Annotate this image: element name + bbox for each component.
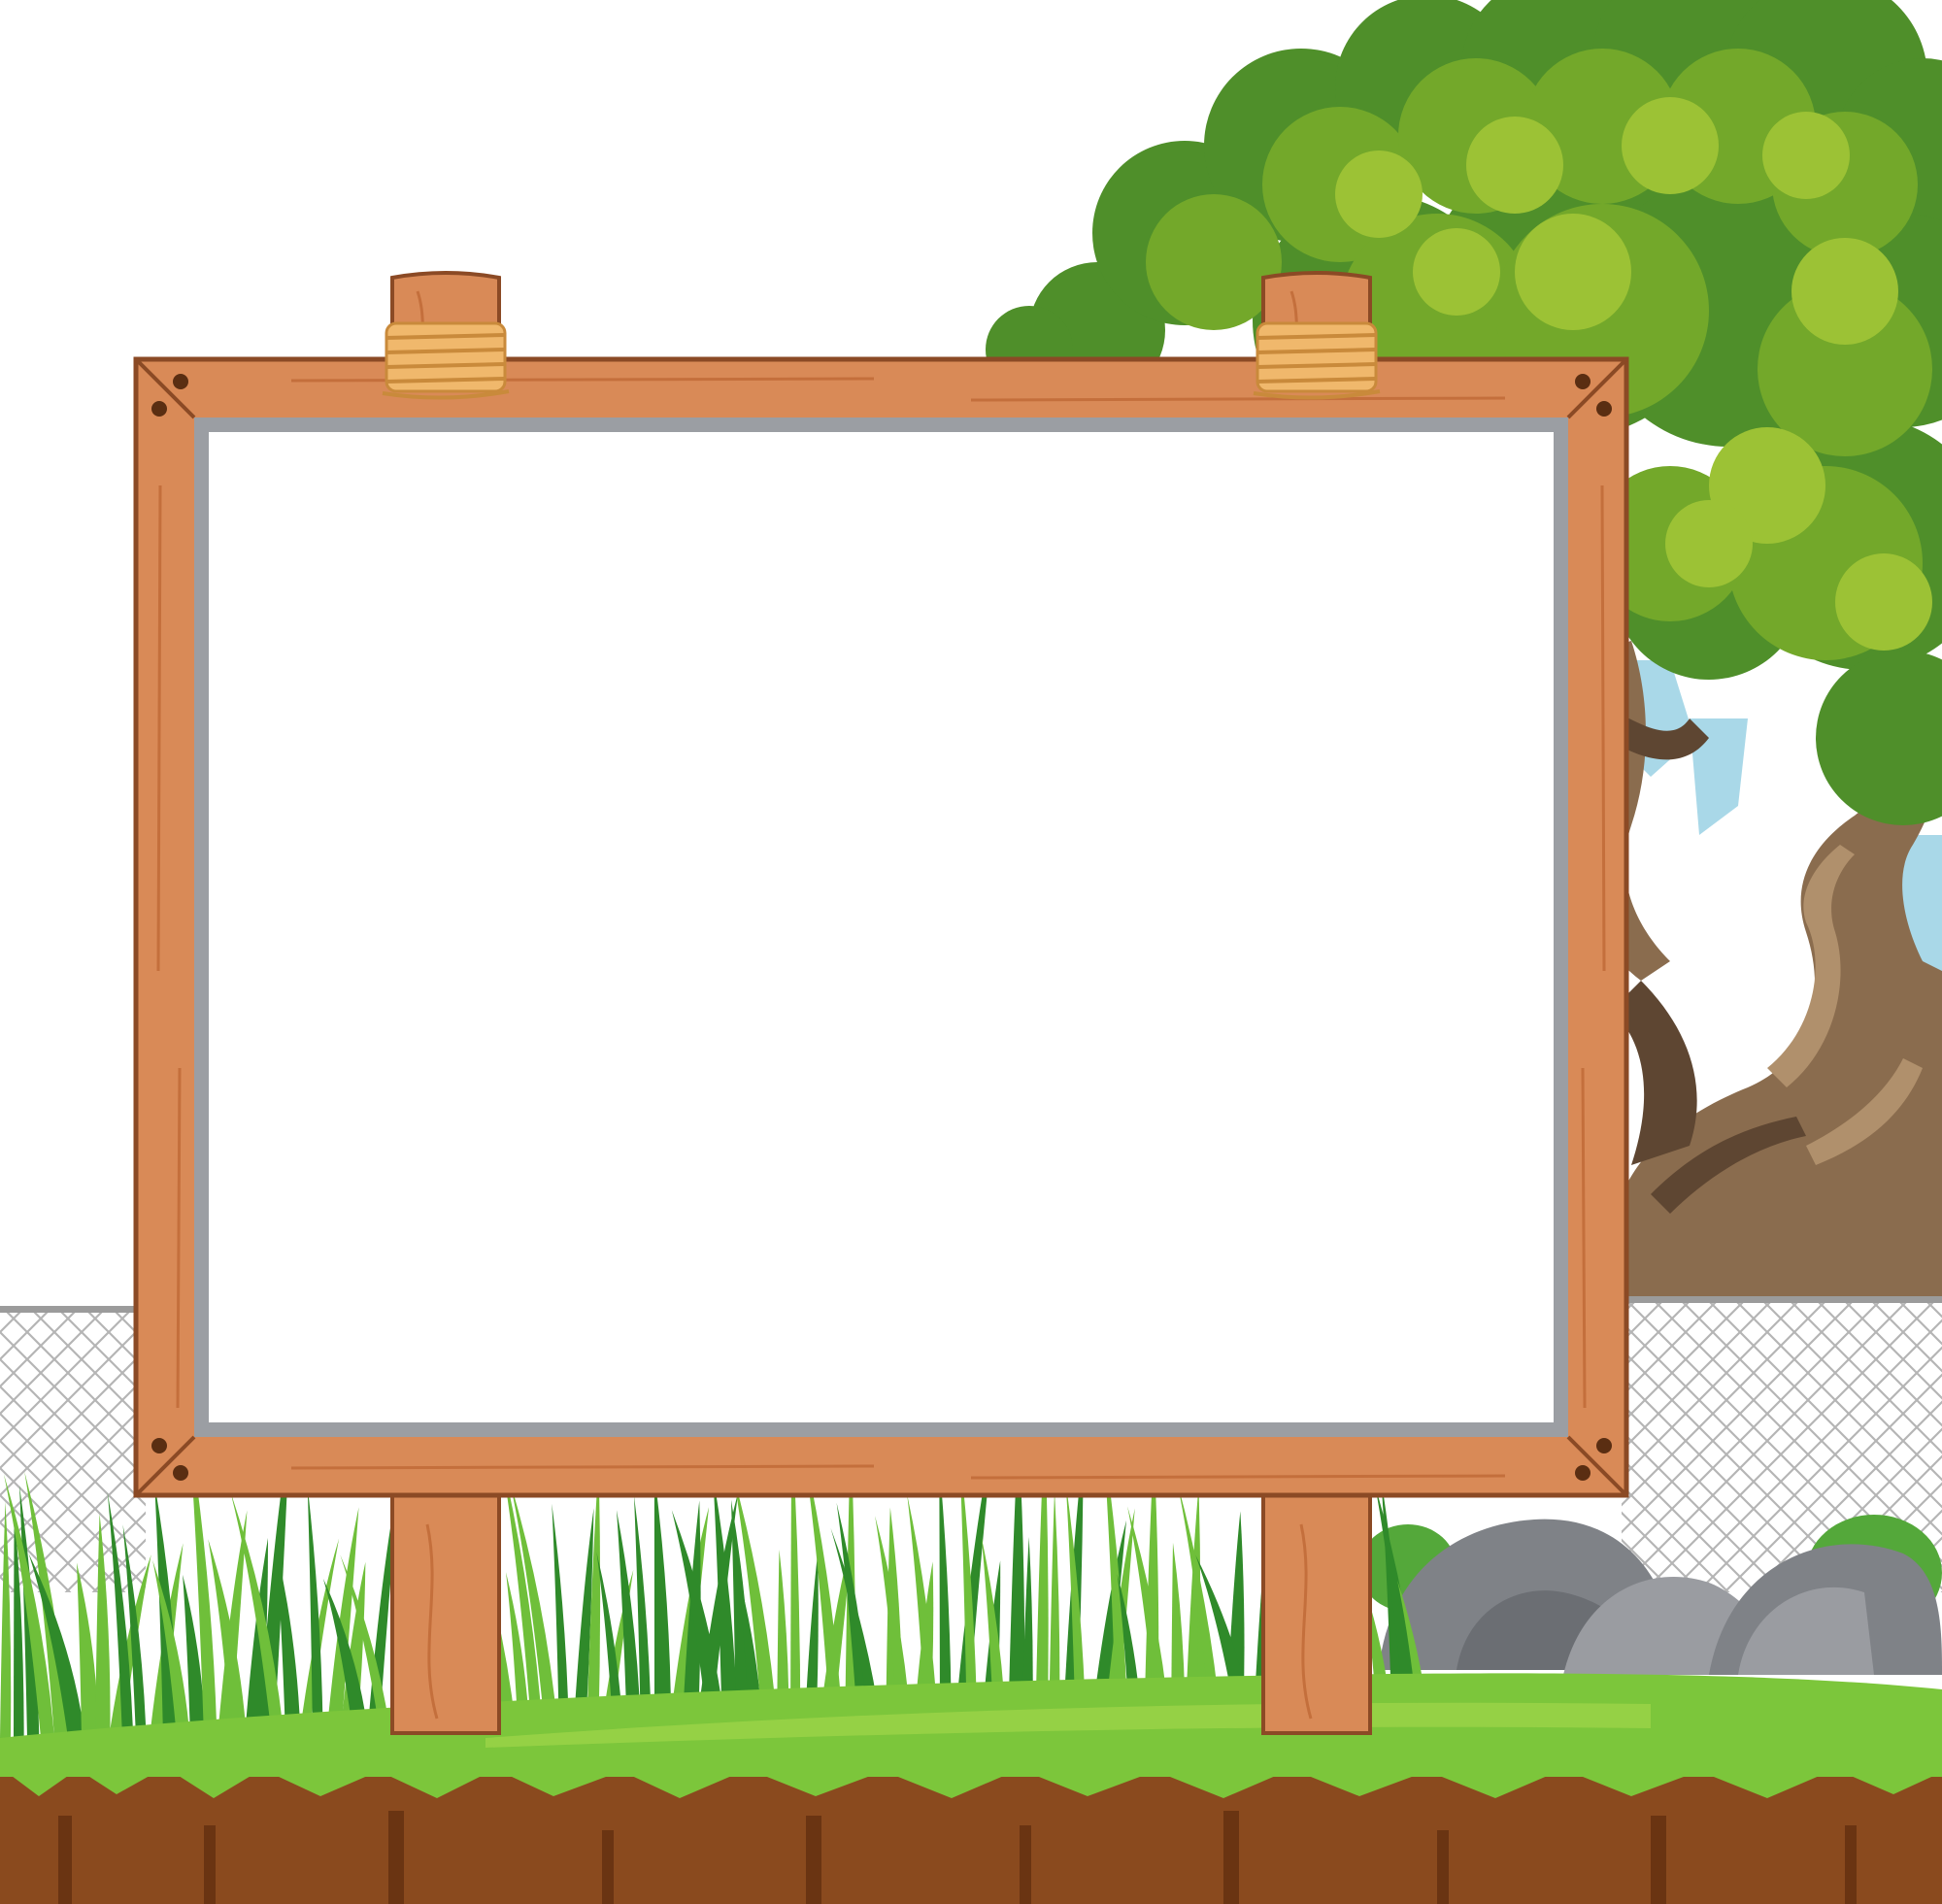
board-blank-face bbox=[209, 432, 1554, 1422]
park-scene-illustration bbox=[0, 0, 1942, 1904]
blank-wooden-signboard bbox=[133, 271, 1629, 1735]
